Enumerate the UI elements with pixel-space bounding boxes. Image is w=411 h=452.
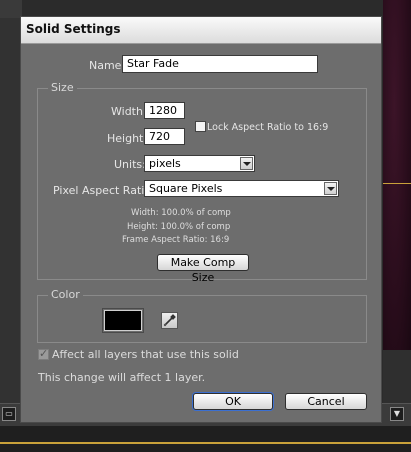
comp-guide-line bbox=[383, 183, 411, 184]
units-label: Units: bbox=[114, 158, 146, 171]
color-group-label: Color bbox=[48, 288, 83, 301]
lock-aspect-label: Lock Aspect Ratio to 16:9 bbox=[207, 122, 329, 133]
chevron-down-icon bbox=[240, 157, 253, 170]
pixel-aspect-select[interactable]: Square Pixels bbox=[144, 180, 339, 197]
ok-button[interactable]: OK bbox=[193, 393, 273, 410]
change-note: This change will affect 1 layer. bbox=[38, 371, 206, 384]
affect-all-checkbox[interactable] bbox=[38, 347, 49, 360]
width-label: Width: bbox=[111, 105, 147, 118]
name-field[interactable]: Star Fade bbox=[122, 55, 318, 73]
pixel-aspect-value: Square Pixels bbox=[149, 182, 223, 195]
size-group-label: Size bbox=[48, 81, 77, 94]
info-height: Height: 100.0% of comp bbox=[127, 222, 231, 232]
height-field[interactable]: 720 bbox=[144, 128, 185, 145]
eyedropper-icon bbox=[163, 314, 176, 327]
info-width: Width: 100.0% of comp bbox=[131, 208, 231, 218]
timeline-work-area-bar bbox=[0, 442, 411, 444]
dialog-title: Solid Settings bbox=[26, 22, 121, 36]
app-right-panel bbox=[383, 350, 411, 405]
color-group bbox=[37, 295, 367, 343]
chevron-down-icon bbox=[324, 182, 337, 195]
make-comp-size-button[interactable]: Make Comp Size bbox=[157, 254, 249, 284]
eyedropper-button[interactable] bbox=[161, 312, 178, 329]
comp-viewer bbox=[383, 0, 411, 350]
lock-aspect-checkbox[interactable] bbox=[195, 121, 206, 132]
timeline-area bbox=[0, 426, 411, 452]
name-label: Name: bbox=[89, 59, 126, 72]
height-label: Height: bbox=[107, 132, 148, 145]
color-swatch[interactable] bbox=[102, 308, 144, 333]
dialog-titlebar[interactable]: Solid Settings bbox=[21, 17, 381, 44]
width-field[interactable]: 1280 bbox=[144, 102, 185, 119]
pixel-aspect-label: Pixel Aspect Ratio: bbox=[53, 184, 155, 197]
cancel-button[interactable]: Cancel bbox=[285, 393, 367, 410]
app-left-panel bbox=[0, 0, 22, 452]
info-frame-aspect: Frame Aspect Ratio: 16:9 bbox=[122, 235, 230, 245]
solid-settings-dialog: Solid Settings Name: Star Fade Size Widt… bbox=[20, 16, 382, 423]
units-select[interactable]: pixels bbox=[144, 155, 255, 172]
affect-all-label: Affect all layers that use this solid bbox=[52, 348, 239, 361]
play-arrow-icon[interactable]: ▼ bbox=[390, 407, 404, 421]
units-select-value: pixels bbox=[149, 157, 181, 170]
comp-button-icon[interactable]: ▭ bbox=[2, 407, 16, 421]
